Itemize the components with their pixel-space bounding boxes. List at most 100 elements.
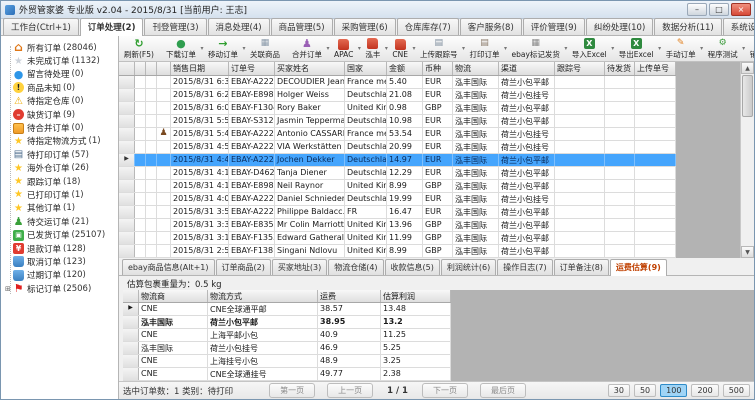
column-header-logistics[interactable]: 物流	[453, 62, 499, 75]
last-page-button[interactable]: 最后页	[480, 383, 526, 398]
sidebar-item[interactable]: 过期订单 (120)	[5, 269, 118, 282]
detail-tab[interactable]: 买家地址(3)	[272, 259, 327, 275]
detail-tab[interactable]: ebay商品信息(Alt+1)	[122, 259, 215, 275]
toolbar-button[interactable]: 关联商品	[247, 37, 283, 61]
toolbar-button[interactable]: CNE	[389, 38, 411, 60]
nav-tab[interactable]: 仓库库存(7)	[397, 18, 459, 35]
toolbar-button[interactable]: 销售统计	[747, 37, 754, 61]
sidebar-item[interactable]: 所有订单 (28046)	[5, 41, 118, 54]
sidebar-item[interactable]: 其他订单 (1)	[5, 202, 118, 215]
column-header-country[interactable]: 国家	[345, 62, 387, 75]
column-header-profit[interactable]: 估算利润	[381, 290, 451, 302]
page-size-button[interactable]: 30	[608, 384, 630, 397]
sidebar-item[interactable]: ⊞ 标记订单 (2506)	[5, 282, 118, 295]
page-size-button[interactable]: 100	[660, 384, 687, 397]
nav-tab[interactable]: 评价管理(9)	[523, 18, 585, 35]
page-size-button[interactable]: 500	[723, 384, 750, 397]
freight-row[interactable]: ▶ CNE CNE全球通平邮 38.57 13.48	[123, 303, 451, 316]
order-row[interactable]: 2015/8/31 5:47 EBAY-A22234 Antonio CASSA…	[119, 128, 676, 141]
order-row[interactable]: 2015/8/31 6:23 EBAY-E8988 Holger Weiss D…	[119, 89, 676, 102]
sidebar-item[interactable]: 已打印订单 (1)	[5, 188, 118, 201]
nav-tab[interactable]: 订单处理(2)	[80, 18, 144, 36]
toolbar-button[interactable]: 下载订单	[163, 37, 199, 61]
orders-vertical-scrollbar[interactable]: ▲ ▼	[740, 62, 754, 258]
detail-tab[interactable]: 物流仓储(4)	[328, 259, 383, 275]
order-row[interactable]: 2015/8/31 6:00 EBAY-F1304 Rory Baker Uni…	[119, 102, 676, 115]
scroll-down-icon[interactable]: ▼	[741, 246, 754, 258]
scrollbar-thumb[interactable]	[742, 75, 753, 117]
order-row[interactable]: 2015/8/31 4:00 EBAY-A22218 Daniel Schnie…	[119, 193, 676, 206]
column-header-fee[interactable]: 运费	[318, 290, 381, 302]
sidebar-item[interactable]: 待合并订单 (0)	[5, 121, 118, 134]
toolbar-button[interactable]: 上传跟踪号	[417, 37, 461, 61]
column-header-method[interactable]: 物流方式	[208, 290, 318, 302]
nav-tab[interactable]: 刊登管理(3)	[144, 18, 206, 35]
sidebar-item[interactable]: 待打印订单 (57)	[5, 148, 118, 161]
toolbar-button[interactable]: 导入Excel	[569, 37, 610, 61]
order-row[interactable]: 2015/8/31 4:15 EBAY-D4622 Tanja Diener D…	[119, 167, 676, 180]
detail-tab[interactable]: 操作日志(7)	[497, 259, 552, 275]
order-row[interactable]: 2015/8/31 3:18 EBAY-F1353 Edward Gathera…	[119, 232, 676, 245]
toolbar-button[interactable]: 手动订单	[663, 37, 699, 61]
detail-tab[interactable]: 收款信息(5)	[385, 259, 440, 275]
sidebar-item[interactable]: 商品未知 (0)	[5, 81, 118, 94]
column-header-tracking[interactable]: 跟踪号	[555, 62, 605, 75]
scroll-up-icon[interactable]: ▲	[741, 62, 754, 74]
nav-tab[interactable]: 消息处理(4)	[208, 18, 270, 35]
toolbar-button[interactable]: 移动订单	[205, 37, 241, 61]
sidebar-item[interactable]: 已发货订单 (25107)	[5, 228, 118, 241]
column-header-amount[interactable]: 金额	[387, 62, 423, 75]
detail-tab[interactable]: 运费估算(9)	[610, 259, 667, 276]
order-row[interactable]: 2015/8/31 3:53 EBAY-A22217 Philippe Bald…	[119, 206, 676, 219]
nav-tab[interactable]: 商品管理(5)	[271, 18, 333, 35]
toolbar-button[interactable]: 打印订单	[466, 37, 502, 61]
next-page-button[interactable]: 下一页	[422, 383, 468, 398]
toolbar-button[interactable]: 刷新(F5)	[121, 37, 157, 61]
close-button[interactable]: ×	[731, 3, 751, 16]
sidebar-item[interactable]: 取消订单 (123)	[5, 255, 118, 268]
order-row[interactable]: ▶ 2015/8/31 4:45 EBAY-A22219 Jochen Dekk…	[119, 154, 676, 167]
toolbar-button[interactable]: ebay标记发货	[508, 37, 562, 61]
column-header-order[interactable]: 订单号	[229, 62, 275, 75]
order-row[interactable]: 2015/8/31 4:11 EBAY-E8986 Neil Raynor Un…	[119, 180, 676, 193]
order-row[interactable]: 2015/8/31 5:58 EBAY-S3120 Jasmin Tepperm…	[119, 115, 676, 128]
nav-tab[interactable]: 数据分析(11)	[654, 18, 721, 35]
freight-row[interactable]: 泓丰国际 荷兰小包平邮 38.95 13.2	[123, 316, 451, 329]
sidebar-item[interactable]: 跟踪订单 (18)	[5, 175, 118, 188]
freight-row[interactable]: CNE 上海平邮小包 40.9 11.25	[123, 329, 451, 342]
sidebar-item[interactable]: 待交运订单 (21)	[5, 215, 118, 228]
sidebar-item[interactable]: 未完成订单 (1132)	[5, 54, 118, 67]
toolbar-button[interactable]: APAC	[331, 38, 356, 60]
page-size-button[interactable]: 50	[634, 384, 656, 397]
toolbar-button[interactable]: 导出Excel	[616, 37, 657, 61]
sidebar-item[interactable]: 缺货订单 (9)	[5, 108, 118, 121]
column-header-picking[interactable]: 待发货	[605, 62, 635, 75]
sidebar-item[interactable]: 海外仓订单 (26)	[5, 162, 118, 175]
prev-page-button[interactable]: 上一页	[327, 383, 373, 398]
first-page-button[interactable]: 第一页	[269, 383, 315, 398]
nav-tab[interactable]: 采购管理(6)	[334, 18, 396, 35]
detail-tab[interactable]: 订单商品(2)	[216, 259, 271, 275]
nav-tab[interactable]: 系统设置(12)	[723, 18, 755, 35]
toolbar-button[interactable]: 合并订单	[289, 37, 325, 61]
order-row[interactable]: 2015/8/31 4:53 EBAY-A22220 VIA Werkstätt…	[119, 141, 676, 154]
column-header-currency[interactable]: 币种	[423, 62, 453, 75]
order-row[interactable]: 2015/8/31 3:30 EBAY-E8355 Mr Colin Marri…	[119, 219, 676, 232]
maximize-button[interactable]: □	[709, 3, 729, 16]
sidebar-item[interactable]: 待指定物流方式 (1)	[5, 135, 118, 148]
column-header-provider[interactable]: 物流商	[139, 290, 208, 302]
page-size-button[interactable]: 200	[691, 384, 718, 397]
nav-tab[interactable]: 客户服务(8)	[460, 18, 522, 35]
freight-row[interactable]: CNE CNE全球通挂号 49.77 2.38	[123, 368, 451, 381]
toolbar-button[interactable]: 泓丰	[362, 37, 383, 61]
column-header-upload[interactable]: 上传单号	[635, 62, 676, 75]
minimize-button[interactable]: –	[687, 3, 707, 16]
column-header-date[interactable]: 销售日期	[171, 62, 229, 75]
detail-tab[interactable]: 订单备注(8)	[554, 259, 609, 275]
freight-row[interactable]: 泓丰国际 荷兰小包挂号 46.9 5.25	[123, 342, 451, 355]
detail-tab[interactable]: 利润统计(6)	[441, 259, 496, 275]
nav-tab[interactable]: 工作台(Ctrl+1)	[3, 18, 79, 35]
order-row[interactable]: 2015/8/31 6:37 EBAY-A22238 DECOUDIER Jea…	[119, 76, 676, 89]
sidebar-item[interactable]: 待指定仓库 (0)	[5, 95, 118, 108]
freight-row[interactable]: CNE 上海挂号小包 48.9 3.25	[123, 355, 451, 368]
